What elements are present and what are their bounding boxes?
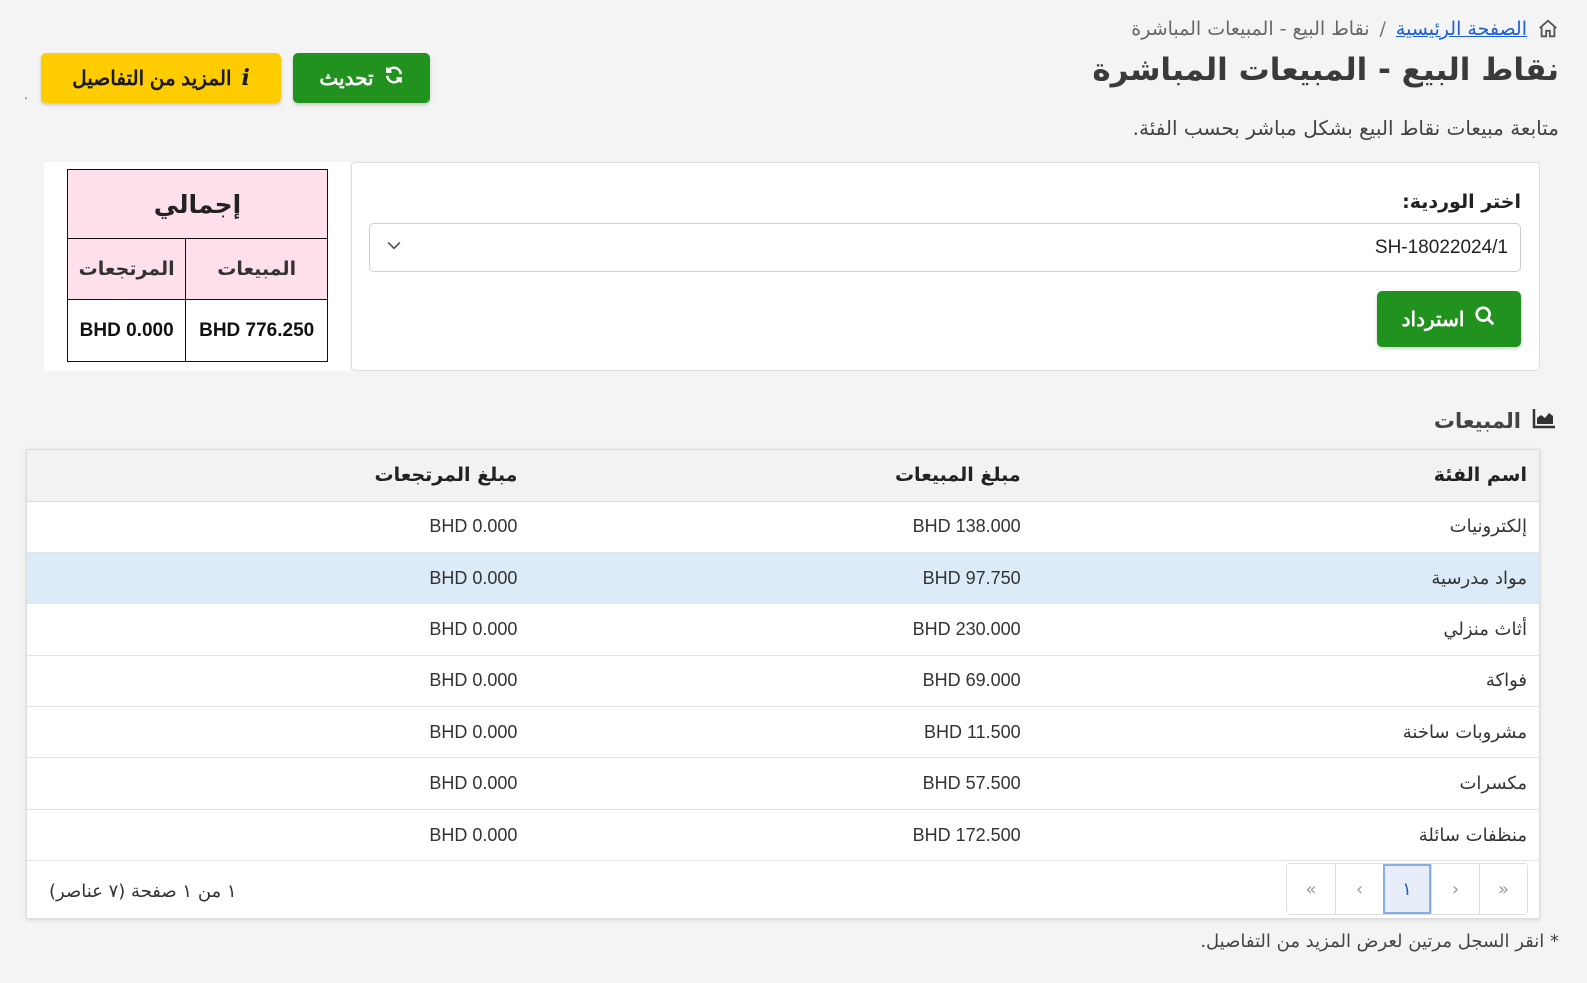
pager-info: ١ من ١ صفحة (٧ عناصر) — [49, 881, 237, 902]
column-header-category[interactable]: اسم الفئة — [1032, 450, 1539, 502]
shift-selected-value: SH-18022024/1 — [1374, 236, 1508, 258]
category-cell: مواد مدرسية — [1032, 552, 1539, 605]
table-row[interactable]: منظفات سائلة BHD 172.500 BHD 0.000 — [27, 809, 1539, 862]
category-cell: مكسرات — [1032, 757, 1539, 810]
table-header-row: اسم الفئة مبلغ المبيعات مبلغ المرتجعات — [27, 450, 1539, 502]
category-cell: إلكترونيات — [1032, 501, 1539, 553]
refresh-label: تحديث — [319, 67, 374, 90]
table-row[interactable]: مكسرات BHD 57.500 BHD 0.000 — [27, 757, 1539, 810]
returns-amount-cell: BHD 0.000 — [27, 655, 530, 708]
footnote: * انقر السجل مرتين لعرض المزيد من التفاص… — [1200, 931, 1559, 952]
totals-table: إجمالي المبيعات المرتجعات BHD 776.250 BH… — [66, 169, 328, 362]
column-header-returns[interactable]: مبلغ المرتجعات — [27, 450, 530, 502]
sales-grid: اسم الفئة مبلغ المبيعات مبلغ المرتجعات إ… — [26, 449, 1540, 919]
more-details-button[interactable]: i المزيد من التفاصيل — [41, 53, 281, 103]
returns-amount-cell: BHD 0.000 — [27, 552, 530, 605]
previous-page-button[interactable]: › — [1431, 864, 1479, 914]
totals-returns-value: BHD 0.000 — [66, 299, 187, 362]
next-page-button[interactable]: ‹ — [1335, 864, 1383, 914]
table-row[interactable]: أثاث منزلي BHD 230.000 BHD 0.000 — [27, 603, 1539, 656]
totals-title: إجمالي — [67, 169, 328, 239]
table-row[interactable]: إلكترونيات BHD 138.000 BHD 0.000 — [27, 501, 1539, 553]
info-icon: i — [241, 65, 250, 91]
sales-amount-cell: BHD 138.000 — [529, 501, 1033, 553]
breadcrumb-home-link[interactable]: الصفحة الرئيسية — [1396, 18, 1527, 40]
first-page-button[interactable]: » — [1479, 864, 1527, 914]
shift-select[interactable]: SH-18022024/1 — [369, 223, 1521, 272]
table-row[interactable]: مشروبات ساخنة BHD 11.500 BHD 0.000 — [27, 706, 1539, 759]
totals-returns-label: المرتجعات — [66, 238, 187, 300]
sales-amount-cell: BHD 172.500 — [529, 809, 1033, 862]
fetch-label: استرداد — [1401, 308, 1465, 331]
sales-amount-cell: BHD 97.750 — [529, 552, 1033, 605]
search-icon — [1474, 305, 1496, 333]
refresh-button[interactable]: تحديث — [293, 53, 430, 103]
pagination: » › ١ ‹ « — [1286, 863, 1528, 915]
returns-amount-cell: BHD 0.000 — [27, 706, 530, 759]
more-details-label: المزيد من التفاصيل — [72, 67, 232, 90]
last-page-button[interactable]: « — [1287, 864, 1335, 914]
breadcrumb: الصفحة الرئيسية / نقاط البيع - المبيعات … — [1131, 18, 1559, 40]
area-chart-icon — [1531, 406, 1557, 435]
returns-amount-cell: BHD 0.000 — [27, 809, 530, 862]
page-1-button[interactable]: ١ — [1383, 864, 1431, 914]
sales-amount-cell: BHD 69.000 — [529, 655, 1033, 708]
totals-sales-label: المبيعات — [185, 238, 328, 300]
breadcrumb-current: نقاط البيع - المبيعات المباشرة — [1131, 18, 1370, 40]
category-cell: مشروبات ساخنة — [1032, 706, 1539, 759]
sales-amount-cell: BHD 11.500 — [529, 706, 1033, 759]
breadcrumb-separator: / — [1379, 18, 1386, 40]
returns-amount-cell: BHD 0.000 — [27, 603, 530, 656]
category-cell: فواكة — [1032, 655, 1539, 708]
sales-section-title: المبيعات — [1434, 406, 1557, 435]
filter-card: اختر الوردية: SH-18022024/1 استرداد — [351, 162, 1540, 371]
sales-amount-cell: BHD 230.000 — [529, 603, 1033, 656]
column-header-sales[interactable]: مبلغ المبيعات — [529, 450, 1033, 502]
returns-amount-cell: BHD 0.000 — [27, 757, 530, 810]
fetch-button[interactable]: استرداد — [1377, 291, 1521, 347]
returns-amount-cell: BHD 0.000 — [27, 501, 530, 553]
totals-sales-value: BHD 776.250 — [185, 299, 328, 362]
sales-section-label: المبيعات — [1433, 408, 1521, 433]
sales-amount-cell: BHD 57.500 — [529, 757, 1033, 810]
table-row[interactable]: فواكة BHD 69.000 BHD 0.000 — [27, 655, 1539, 708]
page-title: نقاط البيع - المبيعات المباشرة — [1092, 52, 1559, 88]
table-row[interactable]: مواد مدرسية BHD 97.750 BHD 0.000 — [27, 552, 1539, 605]
chevron-down-icon — [384, 235, 404, 260]
refresh-icon — [384, 65, 404, 91]
totals-card: إجمالي المبيعات المرتجعات BHD 776.250 BH… — [44, 162, 350, 371]
sales-table: اسم الفئة مبلغ المبيعات مبلغ المرتجعات إ… — [27, 450, 1539, 862]
category-cell: أثاث منزلي — [1032, 603, 1539, 656]
shift-label: اختر الوردية: — [1402, 191, 1521, 213]
decorative-dot: . — [24, 88, 28, 102]
home-icon[interactable] — [1537, 18, 1559, 40]
page-subtitle: متابعة مبيعات نقاط البيع بشكل مباشر بحسب… — [1132, 116, 1559, 140]
category-cell: منظفات سائلة — [1032, 809, 1539, 862]
